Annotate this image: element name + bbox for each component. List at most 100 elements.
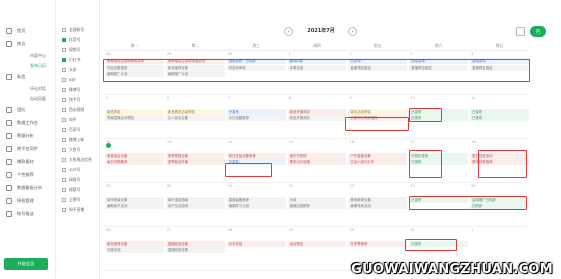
account-item[interactable]: 网易号: [62, 176, 80, 184]
calendar-event[interactable]: 露营装备推荐: [226, 196, 286, 203]
calendar-event[interactable]: 直播回放合集: [165, 240, 225, 247]
sidebar-item-3[interactable]: 发布日历: [24, 62, 50, 70]
calendar-event[interactable]: 暑期出游推荐: [287, 203, 347, 209]
account-checkbox[interactable]: [62, 98, 66, 102]
calendar-event[interactable]: 周末活动预告: [348, 108, 408, 115]
calendar-event[interactable]: 同城直播活动预告: [105, 115, 164, 121]
calendar-event[interactable]: 自动发布: [470, 58, 529, 64]
day-number[interactable]: 11: [469, 95, 530, 102]
day-number[interactable]: 1: [287, 51, 348, 58]
calendar-event[interactable]: 暑期学习计划: [226, 203, 286, 209]
sidebar-item-12[interactable]: 个性推荐: [6, 170, 34, 180]
account-checkbox[interactable]: [62, 48, 66, 52]
calendar-event[interactable]: 已发布: [226, 108, 286, 115]
calendar-event[interactable]: 提前发布，已同步: [226, 58, 286, 64]
day-number[interactable]: 30: [347, 227, 408, 234]
calendar-event[interactable]: 已发布: [348, 58, 408, 64]
account-checkbox[interactable]: [62, 138, 66, 142]
calendar-event[interactable]: 已发布: [409, 115, 469, 121]
calendar-event[interactable]: 暑期特卖活动: [348, 203, 408, 209]
calendar-event[interactable]: 美食推荐合集: [348, 196, 408, 203]
day-number[interactable]: 27: [165, 227, 226, 234]
sidebar-item-5[interactable]: 评论对话: [30, 85, 46, 93]
account-item[interactable]: 企鹅号: [62, 196, 80, 204]
account-checkbox[interactable]: [62, 178, 66, 182]
day-number[interactable]: 21: [226, 183, 287, 190]
calendar-event[interactable]: 音乐节现场: [287, 152, 347, 159]
calendar-event[interactable]: 顺利同步: [287, 58, 347, 64]
calendar-event[interactable]: 周末特惠推荐: [470, 159, 529, 165]
calendar-event[interactable]: 新品开箱测评: [287, 108, 347, 115]
calendar-event[interactable]: 今日话题推荐: [226, 115, 286, 121]
day-number[interactable]: 20: [165, 183, 226, 190]
account-item[interactable]: 百家号: [62, 126, 80, 134]
upgrade-button[interactable]: 升级会员: [4, 258, 48, 270]
day-number[interactable]: 28: [104, 51, 165, 58]
calendar-event[interactable]: 城市漫游指南: [165, 196, 225, 203]
day-number[interactable]: 19: [104, 183, 165, 190]
account-checkbox[interactable]: [62, 168, 66, 172]
account-item[interactable]: 视频号: [62, 46, 80, 54]
calendar-event[interactable]: 暑期推广计划: [105, 71, 164, 77]
calendar-event[interactable]: 直播预告推送: [470, 64, 529, 71]
sidebar-item-0[interactable]: 首页: [6, 26, 25, 36]
account-checkbox[interactable]: [62, 118, 66, 122]
day-number[interactable]: 8: [287, 95, 348, 102]
account-item[interactable]: 微博号: [62, 86, 80, 94]
account-item[interactable]: B站: [62, 76, 75, 84]
prev-month-button[interactable]: ‹: [284, 27, 293, 36]
calendar-event[interactable]: 生活小技巧分享: [348, 159, 408, 165]
calendar-event[interactable]: 亲子互动游戏: [165, 203, 225, 209]
day-number[interactable]: 16: [347, 139, 408, 146]
sidebar-item-11[interactable]: 爆款素材: [6, 157, 34, 167]
account-checkbox[interactable]: [62, 58, 66, 62]
calendar-event[interactable]: 夏季穿搭合集: [165, 152, 225, 159]
day-number[interactable]: 7: [226, 95, 287, 102]
day-number[interactable]: 23: [347, 183, 408, 190]
calendar-event[interactable]: 内容合集更新: [105, 64, 164, 71]
calendar-event[interactable]: 新品推荐合集: [105, 240, 164, 247]
calendar-event[interactable]: 直播预告推送: [348, 64, 408, 71]
calendar-event[interactable]: 新品推荐合集: [165, 64, 225, 71]
month-view-button[interactable]: 月: [530, 26, 546, 37]
account-item[interactable]: 快手号: [62, 96, 80, 104]
account-checkbox[interactable]: [62, 68, 66, 72]
calendar-event[interactable]: 已发布: [470, 115, 529, 121]
add-event-icon[interactable]: [106, 143, 111, 148]
calendar-event[interactable]: 大促: [287, 196, 347, 203]
account-checkbox[interactable]: [62, 188, 66, 192]
calendar-event[interactable]: 内容待审核: [226, 64, 286, 71]
account-item[interactable]: 抖音号: [62, 36, 80, 44]
calendar-event[interactable]: 已同步发布: [409, 152, 469, 159]
calendar-event[interactable]: 已发布: [409, 108, 469, 115]
day-number[interactable]: 13: [165, 139, 226, 146]
calendar-event[interactable]: 已发布: [409, 159, 469, 165]
account-checkbox[interactable]: [62, 28, 66, 32]
day-number[interactable]: 15: [287, 139, 348, 146]
calendar-event[interactable]: 活动预告: [287, 240, 347, 247]
account-item[interactable]: 大鱼号: [62, 146, 80, 154]
sidebar-item-8[interactable]: 数据工作台: [6, 118, 38, 128]
calendar-event[interactable]: 月度总结: [105, 247, 164, 253]
calendar-event[interactable]: 新品首发: [105, 108, 164, 115]
day-number[interactable]: 10: [408, 95, 469, 102]
account-checkbox[interactable]: [62, 78, 66, 82]
day-number[interactable]: 9: [347, 95, 408, 102]
sidebar-item-2[interactable]: 内容中心: [30, 52, 46, 60]
calendar-event[interactable]: 夏日饮品合集推荐: [226, 152, 286, 159]
account-item[interactable]: 公众号: [62, 166, 80, 174]
calendar-event[interactable]: 已同步: [470, 203, 529, 209]
account-item[interactable]: 知乎直播: [62, 206, 84, 214]
sidebar-item-4[interactable]: 私信: [6, 72, 25, 82]
account-checkbox[interactable]: [62, 208, 66, 212]
day-number[interactable]: 26: [104, 227, 165, 234]
sidebar-item-13[interactable]: 数据看板分析: [6, 183, 42, 193]
calendar-event[interactable]: 新品首发活动预告: [165, 108, 225, 115]
sidebar-item-7[interactable]: 团队: [6, 105, 25, 115]
sidebar-item-6[interactable]: 自动回复: [30, 95, 46, 103]
account-checkbox[interactable]: [62, 158, 66, 162]
sidebar-item-14[interactable]: 授权管理: [6, 196, 34, 206]
calendar-event[interactable]: 美食探店合集: [105, 152, 164, 159]
sidebar-item-1[interactable]: 热点: [6, 39, 25, 49]
sidebar-item-15[interactable]: 帐号推送: [6, 209, 34, 219]
